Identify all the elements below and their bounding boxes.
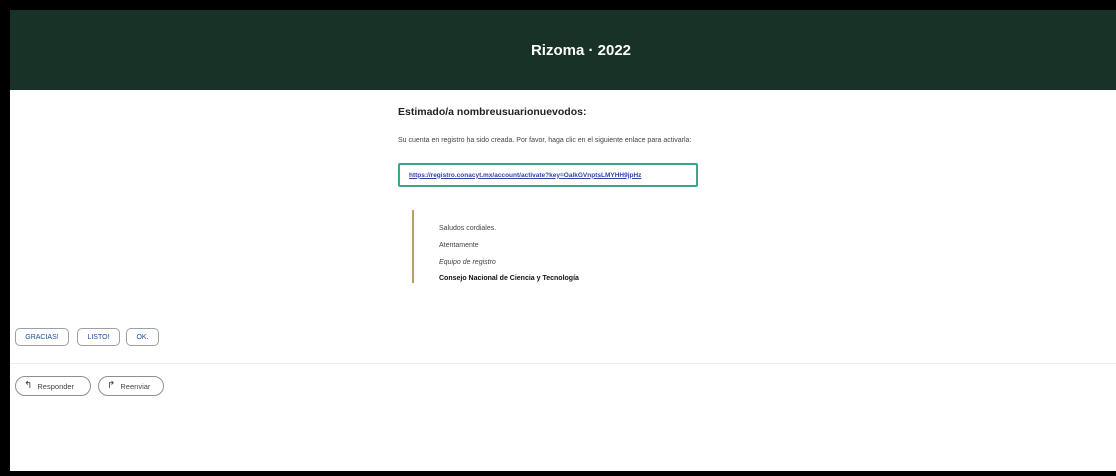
forward-button[interactable]: ↱ Reenviar <box>98 376 164 396</box>
reply-icon: ↰ <box>24 380 33 391</box>
header-title: Rizoma · 2022 <box>530 41 632 59</box>
quick-reply-ok[interactable]: OK. <box>126 328 159 346</box>
signature-line-2: Atentamente <box>439 242 479 249</box>
email-header-banner: Rizoma · 2022 <box>10 10 1116 90</box>
signature-line-4: Consejo Nacional de Ciencia y Tecnología <box>439 275 579 282</box>
greeting: Estimado/a nombreusuarionuevodos: <box>398 106 587 118</box>
quick-reply-listo[interactable]: LISTO! <box>77 328 120 346</box>
signature-line-1: Saludos cordiales. <box>439 225 497 232</box>
signature-line-3: Equipo de registro <box>439 259 496 266</box>
body-text: Su cuenta en registro ha sido creada. Po… <box>398 137 692 144</box>
forward-label: Reenviar <box>120 381 151 391</box>
link-highlight-box: https://registro.conacyt.mx/account/acti… <box>398 163 698 187</box>
signature-bar <box>412 210 414 283</box>
reply-button[interactable]: ↰ Responder <box>15 376 91 396</box>
divider <box>10 363 1116 364</box>
email-window: Rizoma · 2022 Estimado/a nombreusuarionu… <box>10 10 1116 471</box>
forward-icon: ↱ <box>107 380 116 391</box>
activation-link[interactable]: https://registro.conacyt.mx/account/acti… <box>409 172 641 179</box>
quick-reply-gracias[interactable]: GRACIAS! <box>15 328 69 346</box>
reply-label: Responder <box>37 381 75 391</box>
